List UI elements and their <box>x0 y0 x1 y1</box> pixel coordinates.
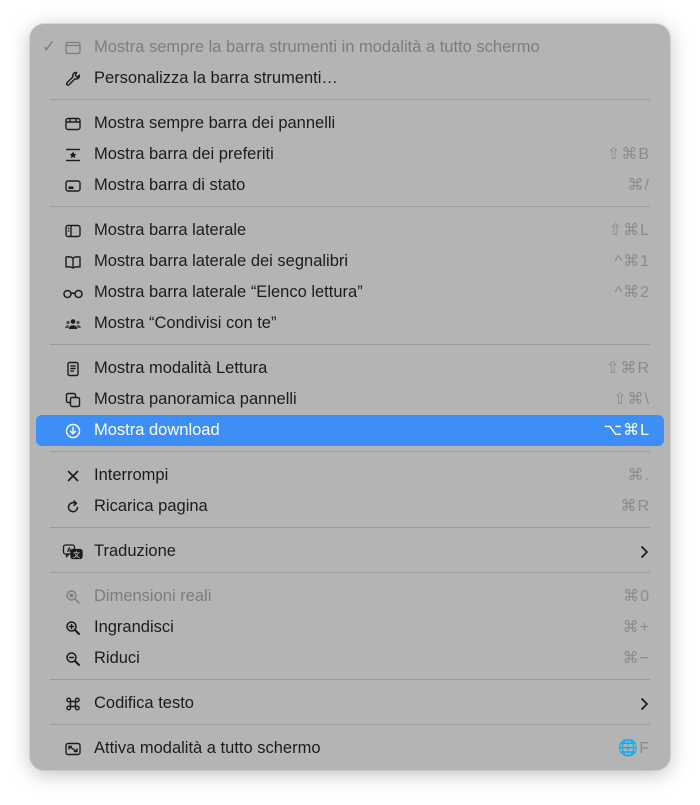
menu-item-label: Mostra barra laterale dei segnalibri <box>94 252 349 270</box>
checkmark-icon: ✓ <box>41 37 57 56</box>
menu-item-always-show-toolbar-fullscreen[interactable]: ✓ Mostra sempre la barra strumenti in mo… <box>36 32 664 63</box>
menu-item-translation[interactable]: 文A Traduzione <box>36 536 664 567</box>
zoom-in-icon <box>64 619 82 637</box>
menu-item-stop[interactable]: Interrompi ⌘. <box>36 460 664 491</box>
menu-item-shortcut: ⌘R <box>620 498 650 515</box>
menu-item-label: Mostra barra laterale <box>94 221 247 239</box>
menu-item-label: Mostra barra laterale “Elenco lettura” <box>94 283 363 301</box>
menu-item-enter-fullscreen[interactable]: Attiva modalità a tutto schermo 🌐F <box>36 733 664 764</box>
menu-item-show-downloads[interactable]: Mostra download ⌥⌘L <box>36 415 664 446</box>
translate-icon: 文A <box>62 543 84 561</box>
menu-item-label: Mostra sempre la barra strumenti in moda… <box>94 38 540 56</box>
separator <box>50 344 650 345</box>
menu-item-label: Ingrandisci <box>94 618 174 636</box>
menu-item-shortcut: 🌐F <box>618 740 650 757</box>
separator <box>50 527 650 528</box>
menu-item-shortcut: ⇧⌘\ <box>613 391 650 408</box>
menu-item-shortcut: ⌥⌘L <box>603 422 650 439</box>
separator <box>50 724 650 725</box>
menu-item-label: Mostra sempre barra dei pannelli <box>94 114 336 132</box>
menu-item-show-favorites-bar[interactable]: Mostra barra dei preferiti ⇧⌘B <box>36 139 664 170</box>
separator <box>50 679 650 680</box>
menu-item-label: Interrompi <box>94 466 169 484</box>
menu-item-label: Riduci <box>94 649 140 667</box>
menu-item-label: Dimensioni reali <box>94 587 212 605</box>
wrench-icon <box>64 70 82 88</box>
menu-item-shortcut: ⌘+ <box>622 619 650 636</box>
menu-item-label: Mostra panoramica pannelli <box>94 390 297 408</box>
menu-item-shortcut: ⌘. <box>627 467 650 484</box>
reload-icon <box>64 498 82 516</box>
menu-item-actual-size[interactable]: Dimensioni reali ⌘0 <box>36 581 664 612</box>
menu-item-always-show-tab-bar[interactable]: Mostra sempre barra dei pannelli <box>36 108 664 139</box>
tab-overview-icon <box>64 391 82 409</box>
menu-item-label: Traduzione <box>94 542 176 560</box>
menu-item-label: Mostra modalità Lettura <box>94 359 268 377</box>
close-icon <box>64 467 82 485</box>
menu-item-label: Mostra download <box>94 421 220 439</box>
menu-item-shortcut: ⌘/ <box>627 177 650 194</box>
zoom-out-icon <box>64 650 82 668</box>
separator <box>50 451 650 452</box>
menu-item-label: Mostra barra dei preferiti <box>94 145 274 163</box>
chevron-right-icon <box>638 544 650 560</box>
menu-item-show-shared-with-you[interactable]: Mostra “Condivisi con te” <box>36 308 664 339</box>
menu-item-text-encoding[interactable]: Codifica testo <box>36 688 664 719</box>
menu-item-shortcut: ^⌘2 <box>614 284 650 301</box>
menu-item-show-reader[interactable]: Mostra modalità Lettura ⇧⌘R <box>36 353 664 384</box>
menu-item-shortcut: ⇧⌘B <box>606 146 650 163</box>
status-bar-icon <box>64 177 82 195</box>
menu-item-shortcut: ⇧⌘L <box>608 222 650 239</box>
book-icon <box>64 253 82 271</box>
menu-item-show-status-bar[interactable]: Mostra barra di stato ⌘/ <box>36 170 664 201</box>
menu-item-shortcut: ⇧⌘R <box>606 360 650 377</box>
command-icon <box>64 695 82 713</box>
menu-item-customize-toolbar[interactable]: Personalizza la barra strumenti… <box>36 63 664 94</box>
glasses-icon <box>62 284 84 302</box>
zoom-actual-icon <box>64 588 82 606</box>
menu-item-label: Attiva modalità a tutto schermo <box>94 739 321 757</box>
svg-text:文: 文 <box>73 550 81 559</box>
fullscreen-icon <box>64 740 82 758</box>
menu-item-reload-page[interactable]: Ricarica pagina ⌘R <box>36 491 664 522</box>
menu-item-label: Codifica testo <box>94 694 194 712</box>
menu-item-show-sidebar[interactable]: Mostra barra laterale ⇧⌘L <box>36 215 664 246</box>
download-icon <box>64 422 82 440</box>
favorites-bar-icon <box>64 146 82 164</box>
svg-text:A: A <box>67 547 72 554</box>
menu-item-zoom-in[interactable]: Ingrandisci ⌘+ <box>36 612 664 643</box>
separator <box>50 206 650 207</box>
menu-item-shortcut: ⌘− <box>622 650 650 667</box>
menu-item-shortcut: ⌘0 <box>623 588 650 605</box>
separator <box>50 99 650 100</box>
menu-item-shortcut: ^⌘1 <box>614 253 650 270</box>
window-icon <box>64 39 82 57</box>
menu-item-label: Mostra barra di stato <box>94 176 246 194</box>
people-icon <box>64 315 82 333</box>
sidebar-icon <box>64 222 82 240</box>
separator <box>50 572 650 573</box>
chevron-right-icon <box>638 696 650 712</box>
menu-item-show-reading-list-sidebar[interactable]: Mostra barra laterale “Elenco lettura” ^… <box>36 277 664 308</box>
menu-item-show-bookmarks-sidebar[interactable]: Mostra barra laterale dei segnalibri ^⌘1 <box>36 246 664 277</box>
menu-item-label: Mostra “Condivisi con te” <box>94 314 277 332</box>
view-menu: ✓ Mostra sempre la barra strumenti in mo… <box>30 24 670 770</box>
reader-icon <box>64 360 82 378</box>
menu-item-label: Ricarica pagina <box>94 497 208 515</box>
menu-item-zoom-out[interactable]: Riduci ⌘− <box>36 643 664 674</box>
tab-bar-icon <box>64 115 82 133</box>
menu-item-show-tab-overview[interactable]: Mostra panoramica pannelli ⇧⌘\ <box>36 384 664 415</box>
menu-item-label: Personalizza la barra strumenti… <box>94 69 338 87</box>
